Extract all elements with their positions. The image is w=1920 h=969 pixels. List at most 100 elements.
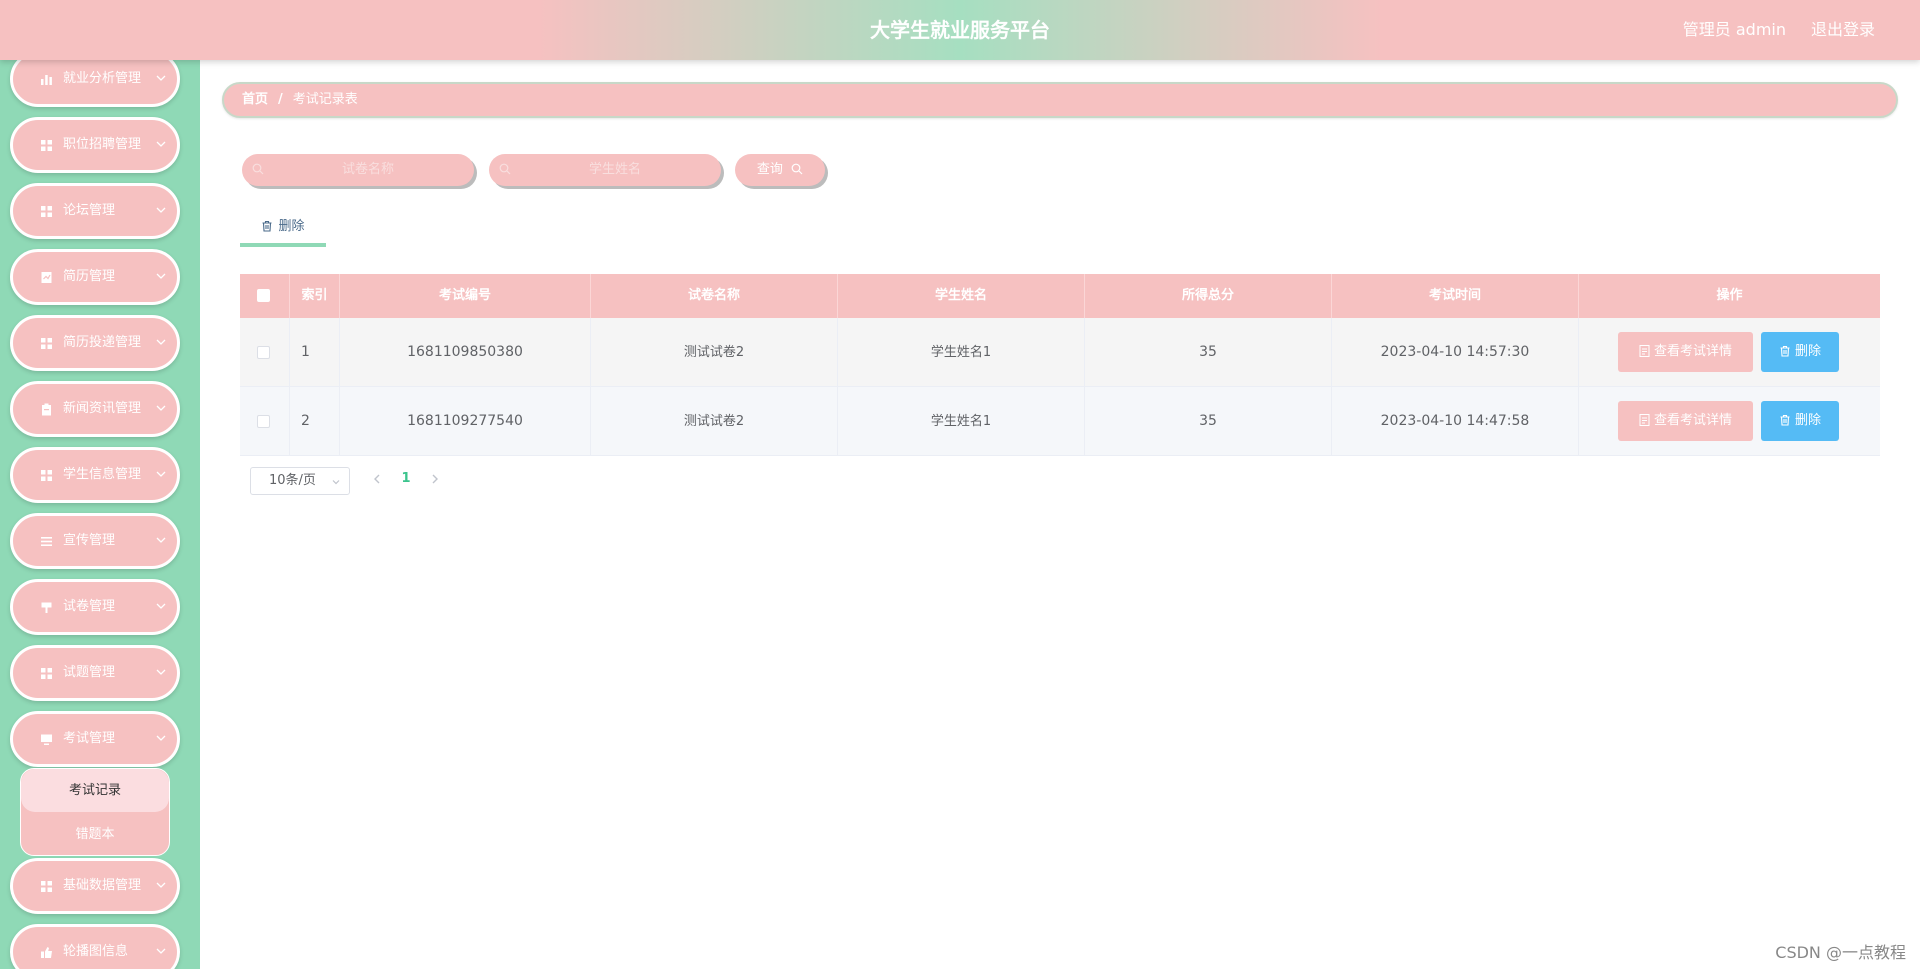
cell-index: 1 [290, 318, 340, 387]
select-all-checkbox[interactable] [257, 289, 270, 302]
next-page-icon[interactable] [425, 469, 445, 489]
search-icon [252, 163, 264, 175]
sidebar-item-label: 简历管理 [63, 269, 116, 284]
app-title: 大学生就业服务平台 [870, 18, 1050, 42]
chevron-down-icon [156, 735, 166, 741]
sidebar-item-label: 轮播图信息 [63, 944, 129, 959]
sidebar-item-exam-paper[interactable]: 试卷管理 [10, 579, 180, 635]
header-actions: 操作 [1716, 288, 1743, 303]
chevron-down-icon [156, 948, 166, 954]
student-name-input[interactable] [517, 154, 713, 184]
chevron-down-icon [156, 471, 166, 477]
bar-chart-icon [41, 75, 52, 85]
grid-icon [41, 206, 52, 217]
cell-exam-time: 2023-04-10 14:47:58 [1332, 387, 1579, 456]
row-delete-button[interactable]: 删除 [1761, 332, 1839, 372]
search-icon [499, 163, 511, 175]
chevron-down-icon [156, 882, 166, 888]
view-exam-detail-button[interactable]: 查看考试详情 [1618, 401, 1753, 441]
sidebar-item-label: 试题管理 [63, 665, 116, 680]
page-number-1[interactable]: 1 [396, 467, 416, 491]
cell-student-name: 学生姓名1 [838, 387, 1085, 456]
chevron-down-icon [156, 405, 166, 411]
sidebar-item-student-info[interactable]: 学生信息管理 [10, 447, 180, 503]
breadcrumb: 首页 / 考试记录表 [222, 82, 1898, 118]
trash-icon [1780, 414, 1790, 426]
batch-delete-button[interactable]: 删除 [240, 207, 326, 247]
query-button[interactable]: 查询 [735, 154, 825, 186]
row-checkbox[interactable] [257, 415, 270, 428]
sidebar-item-carousel[interactable]: 轮播图信息 [10, 924, 180, 969]
sidebar-item-forum[interactable]: 论坛管理 [10, 183, 180, 239]
table-row: 1 1681109850380 测试试卷2 学生姓名1 35 2023-04-1… [240, 318, 1880, 387]
cell-paper-name: 测试试卷2 [591, 387, 838, 456]
chevron-down-icon [156, 273, 166, 279]
student-name-search[interactable] [489, 154, 721, 186]
cell-index: 2 [290, 387, 340, 456]
submenu-item-exam-records[interactable]: 考试记录 [21, 769, 169, 812]
query-button-label: 查询 [756, 162, 783, 177]
cell-score: 35 [1085, 318, 1332, 387]
sidebar-item-label: 宣传管理 [63, 533, 116, 548]
sidebar-item-questions[interactable]: 试题管理 [10, 645, 180, 701]
sidebar-item-label: 试卷管理 [63, 599, 116, 614]
cell-student-name: 学生姓名1 [838, 318, 1085, 387]
row-delete-label: 删除 [1794, 344, 1821, 359]
prev-page-icon[interactable] [367, 469, 387, 489]
row-checkbox[interactable] [257, 346, 270, 359]
header-index: 索引 [290, 274, 340, 318]
page-size-value: 10条/页 [269, 473, 316, 488]
sidebar-item-exam[interactable]: 考试管理 [10, 711, 180, 767]
paper-name-search[interactable] [242, 154, 474, 186]
sidebar-item-label: 就业分析管理 [63, 71, 142, 86]
logout-button[interactable]: 退出登录 [1811, 0, 1875, 60]
sidebar-item-resume[interactable]: 简历管理 [10, 249, 180, 305]
sidebar-item-label: 考试管理 [63, 731, 116, 746]
header-paper-name: 试卷名称 [591, 274, 838, 318]
sidebar-item-basic-data[interactable]: 基础数据管理 [10, 858, 180, 914]
grid-icon [41, 668, 52, 679]
page-size-select[interactable]: 10条/页 [250, 467, 350, 495]
cell-exam-no: 1681109850380 [340, 318, 591, 387]
search-icon [791, 163, 803, 175]
watermark: CSDN @一点教程 [1775, 943, 1906, 962]
submenu-item-wrong-questions[interactable]: 错题本 [21, 813, 169, 856]
sidebar-item-employment-analysis[interactable]: 就业分析管理 [10, 60, 180, 107]
row-select-cell [240, 318, 290, 387]
cell-exam-time: 2023-04-10 14:57:30 [1332, 318, 1579, 387]
cell-paper-name: 测试试卷2 [591, 318, 838, 387]
chevron-down-icon [156, 339, 166, 345]
chevron-down-icon [332, 480, 340, 485]
sidebar-item-promotion[interactable]: 宣传管理 [10, 513, 180, 569]
table-row: 2 1681109277540 测试试卷2 学生姓名1 35 2023-04-1… [240, 387, 1880, 456]
clipboard-icon [42, 403, 51, 416]
list-icon [41, 537, 52, 546]
header-exam-no: 考试编号 [340, 274, 591, 318]
sidebar-item-resume-delivery[interactable]: 简历投递管理 [10, 315, 180, 371]
row-select-cell [240, 387, 290, 456]
sidebar-item-label: 简历投递管理 [63, 335, 142, 350]
chevron-down-icon [156, 141, 166, 147]
breadcrumb-separator: / [278, 92, 283, 107]
document-icon [41, 272, 52, 283]
chevron-down-icon [156, 207, 166, 213]
grid-icon [41, 470, 52, 481]
view-exam-detail-button[interactable]: 查看考试详情 [1618, 332, 1753, 372]
top-header: 大学生就业服务平台 管理员 admin 退出登录 [0, 0, 1920, 60]
batch-delete-label: 删除 [278, 219, 305, 234]
paper-name-input[interactable] [270, 154, 466, 184]
chevron-down-icon [156, 669, 166, 675]
sidebar-item-job-recruitment[interactable]: 职位招聘管理 [10, 117, 180, 173]
sidebar-item-label: 新闻资讯管理 [63, 401, 142, 416]
sidebar-item-news[interactable]: 新闻资讯管理 [10, 381, 180, 437]
document-icon [1639, 345, 1650, 357]
row-delete-button[interactable]: 删除 [1761, 401, 1839, 441]
exam-submenu: 考试记录 错题本 [20, 768, 170, 856]
sidebar-item-label: 基础数据管理 [63, 878, 142, 893]
header-select-cell [240, 274, 290, 318]
header-score: 所得总分 [1085, 274, 1332, 318]
breadcrumb-home[interactable]: 首页 [242, 92, 268, 107]
cell-actions: 查看考试详情 删除 [1579, 387, 1880, 456]
trash-icon [1780, 345, 1790, 357]
chevron-down-icon [156, 75, 166, 81]
